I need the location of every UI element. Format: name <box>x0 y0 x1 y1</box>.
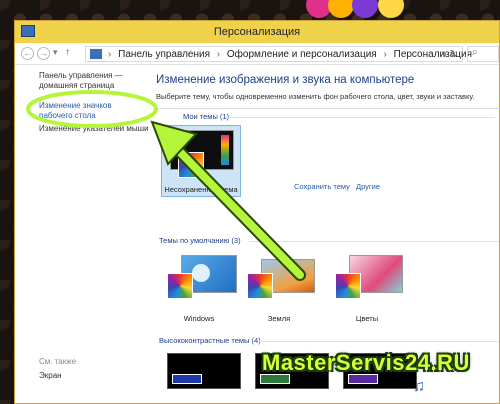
breadcrumb-separator: › <box>108 49 112 60</box>
back-button[interactable]: ← <box>21 47 34 60</box>
theme-label: Земля <box>267 314 291 323</box>
page-subtitle: Выберите тему, чтобы одновременно измени… <box>156 92 475 101</box>
left-task-pane: Панель управления — домашняя страница Из… <box>15 65 155 404</box>
address-actions: v ↻ <box>442 49 458 60</box>
divider <box>225 117 495 118</box>
screen-link[interactable]: Экран <box>39 371 62 381</box>
breadcrumb: › Панель управления › Оформление и персо… <box>108 49 476 60</box>
theme-color-palette-icon <box>167 273 193 299</box>
breadcrumb-separator: › <box>383 49 387 60</box>
title-bar[interactable]: Персонализация <box>15 21 499 43</box>
breadcrumb-separator: › <box>216 49 221 60</box>
desktop-flower-decoration <box>300 0 410 20</box>
search-icon: ⌕ <box>472 47 478 58</box>
theme-earth[interactable]: Земля <box>239 253 319 325</box>
save-theme-link[interactable]: Сохранить тему <box>294 182 350 191</box>
theme-color-palette-icon <box>335 273 361 299</box>
see-also-heading: См. также <box>39 357 77 366</box>
divider <box>249 241 499 242</box>
history-dropdown-icon[interactable]: ▾ <box>53 47 58 58</box>
watermark-text: MasterServis24.RU <box>262 350 470 375</box>
breadcrumb-appearance[interactable]: Оформление и персонализация <box>227 49 377 60</box>
theme-list[interactable]: Мои темы (1) Несохраненная тема Темы по … <box>155 108 500 389</box>
theme-high-contrast-1[interactable] <box>167 353 241 389</box>
high-contrast-heading: Высококонтрастные темы (4) <box>159 336 261 345</box>
forward-button[interactable]: → <box>37 47 50 60</box>
address-bar: ← → ▾ ↑ › Панель управления › Оформление… <box>15 43 499 65</box>
address-dropdown-icon[interactable]: v <box>442 49 447 60</box>
address-field[interactable]: › Панель управления › Оформление и персо… <box>85 46 472 62</box>
up-button[interactable]: ↑ <box>65 47 70 58</box>
personalization-window: Персонализация ← → ▾ ↑ › Панель управлен… <box>14 20 500 404</box>
control-panel-icon <box>90 49 102 59</box>
divider <box>259 341 499 342</box>
page-title: Изменение изображения и звука на компьют… <box>156 74 415 86</box>
theme-color-palette-icon <box>178 152 204 178</box>
theme-label: Windows <box>183 314 215 323</box>
theme-flowers[interactable]: Цветы <box>327 253 407 325</box>
refresh-icon[interactable]: ↻ <box>450 49 458 60</box>
my-themes-heading: Мои темы (1) <box>183 112 230 121</box>
change-desktop-icons-link[interactable]: Изменение значков рабочего стола <box>39 101 139 121</box>
window-title: Персонализация <box>213 26 301 38</box>
change-mouse-pointers-link[interactable]: Изменение указателей мыши <box>39 124 149 134</box>
music-note-icon: ♫ <box>413 378 425 395</box>
theme-label: Несохраненная тема <box>164 185 238 194</box>
control-panel-home-link[interactable]: Панель управления — домашняя страница <box>39 71 139 91</box>
theme-unsaved[interactable]: Несохраненная тема <box>161 125 241 197</box>
other-themes-link[interactable]: Другие <box>356 182 380 191</box>
breadcrumb-personalization[interactable]: Персонализация <box>394 49 472 60</box>
theme-windows[interactable]: Windows <box>159 253 239 325</box>
breadcrumb-control-panel[interactable]: Панель управления <box>118 49 210 60</box>
theme-label: Цветы <box>355 314 379 323</box>
search-input[interactable]: ⌕ <box>467 46 499 62</box>
default-themes-heading: Темы по умолчанию (3) <box>159 236 241 245</box>
theme-color-palette-icon <box>247 273 273 299</box>
